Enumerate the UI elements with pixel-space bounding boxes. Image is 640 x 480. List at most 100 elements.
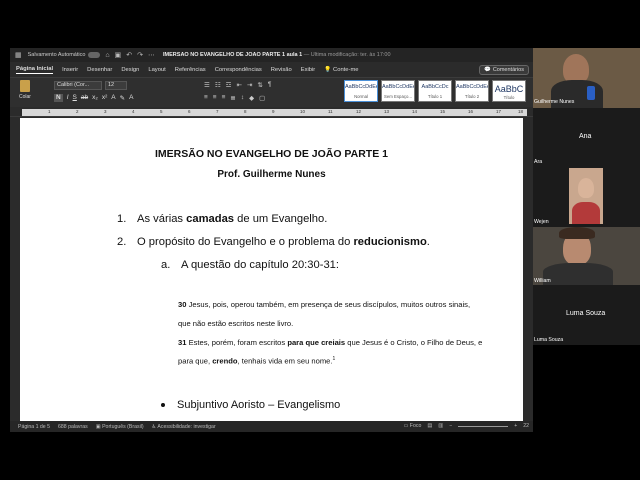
tab-desenhar[interactable]: Desenhar xyxy=(87,67,112,73)
tab-correspondencias[interactable]: Correspondências xyxy=(215,67,262,73)
comments-button[interactable]: 💬 Comentários xyxy=(479,65,529,75)
tell-me-search[interactable]: 💡 Conte-me xyxy=(324,67,358,73)
tab-inserir[interactable]: Inserir xyxy=(62,67,78,73)
verse-text: que não estão escritos neste livro. xyxy=(178,319,294,328)
redo-icon[interactable]: ↷ xyxy=(137,51,143,59)
tab-layout[interactable]: Layout xyxy=(148,67,165,73)
participant-name: Ana xyxy=(579,133,592,140)
paragraph-buttons-bottom: ≡ ≡ ≡ ≣ ↕ ◆ ▢ xyxy=(204,94,265,102)
highlight-icon[interactable]: ✎ xyxy=(120,94,125,102)
align-center-icon[interactable]: ≡ xyxy=(213,94,217,102)
bullets-icon[interactable]: ☰ xyxy=(204,81,210,89)
verse-text: Estes, porém, foram escritos xyxy=(186,338,288,347)
tab-revisao[interactable]: Revisão xyxy=(271,67,292,73)
clipboard-icon xyxy=(20,80,30,92)
focus-label: Foco xyxy=(409,423,422,429)
tab-referencias[interactable]: Referências xyxy=(175,67,206,73)
ruler-number: 8 xyxy=(244,109,247,114)
font-name-select[interactable]: Calibri (Cor... xyxy=(54,81,102,90)
underline-button[interactable]: S xyxy=(73,94,77,102)
numbering-icon[interactable]: ☷ xyxy=(215,81,221,89)
pilcrow-icon[interactable]: ¶ xyxy=(268,81,272,89)
style-normal[interactable]: AaBbCcDdEe Normal xyxy=(344,80,378,102)
list-text: As várias xyxy=(137,213,187,225)
participant-body xyxy=(543,263,613,285)
tab-exibir[interactable]: Exibir xyxy=(301,67,316,73)
sidebar-toggle-icon[interactable]: ▦ xyxy=(15,51,22,59)
document-page[interactable]: IMERSÃO NO EVANGELHO DE JOÃO PARTE 1 Pro… xyxy=(20,118,523,428)
participant-tile[interactable]: Luma Souza Luma Souza xyxy=(533,286,640,345)
ruler-number: 1 xyxy=(48,109,51,114)
superscript-icon[interactable]: x² xyxy=(102,94,107,102)
zoom-out-icon[interactable]: − xyxy=(449,423,452,429)
participant-name: William xyxy=(534,278,551,284)
participant-tile[interactable]: Guilherme Nunes xyxy=(533,48,640,108)
participant-tile[interactable]: William xyxy=(533,227,640,285)
strikethrough-icon[interactable]: ab xyxy=(81,94,88,102)
font-color-icon[interactable]: A xyxy=(129,94,133,102)
style-heading-2[interactable]: AaBbCcDdEe Título 2 xyxy=(455,80,489,102)
zoom-slider[interactable] xyxy=(458,425,509,427)
word-window: ▦ Salvamento Automático ⌂ ▣ ↶ ↷ ⋯ IMERSÃ… xyxy=(10,48,533,432)
ruler-number: 2 xyxy=(76,109,79,114)
ruler-number: 10 xyxy=(300,109,306,114)
tell-me-label: Conte-me xyxy=(333,66,359,73)
ruler-number: 6 xyxy=(188,109,191,114)
home-icon[interactable]: ⌂ xyxy=(105,52,109,59)
style-title[interactable]: AaBbC Título xyxy=(492,80,526,102)
borders-icon[interactable]: ▢ xyxy=(259,94,265,102)
word-count[interactable]: 688 palavras xyxy=(58,424,88,430)
tab-design[interactable]: Design xyxy=(121,67,139,73)
ruler-number: 3 xyxy=(104,109,107,114)
style-preview: AaBbCcDdEe xyxy=(456,84,488,90)
footnote-ref[interactable]: 1 xyxy=(333,356,336,362)
verse-text: Jesus, pois, operou também, em presença … xyxy=(186,300,471,309)
shading-icon[interactable]: ◆ xyxy=(249,94,254,102)
subscript-icon[interactable]: x₂ xyxy=(92,94,98,102)
zoom-level[interactable]: 22 xyxy=(523,423,529,429)
autosave-toggle[interactable] xyxy=(88,52,101,58)
verse-text: para que, xyxy=(178,356,213,366)
participant-face xyxy=(578,178,594,198)
tab-pagina-inicial[interactable]: Página Inicial xyxy=(16,66,54,74)
paste-button[interactable]: Colar xyxy=(16,80,34,100)
participant-body xyxy=(572,202,600,224)
decrease-indent-icon[interactable]: ⇤ xyxy=(236,81,241,89)
text-effects-icon[interactable]: A xyxy=(111,94,115,102)
save-icon[interactable]: ▣ xyxy=(115,51,122,59)
style-heading-1[interactable]: AaBbCcDc Título 1 xyxy=(418,80,452,102)
comments-label: Comentários xyxy=(492,67,524,73)
bold-button[interactable]: N xyxy=(54,94,63,102)
participant-tile[interactable]: Wejen xyxy=(533,168,640,226)
page-count[interactable]: Página 1 de 5 xyxy=(18,424,50,430)
italic-button[interactable]: I xyxy=(67,94,69,102)
video-participants-panel: Guilherme Nunes Ana Ara Wejen William Lu… xyxy=(533,48,640,345)
ruler-number: 17 xyxy=(496,109,502,114)
style-name: Normal xyxy=(354,94,368,99)
align-right-icon[interactable]: ≡ xyxy=(222,94,226,102)
participant-name: Guilherme Nunes xyxy=(534,99,575,105)
align-left-icon[interactable]: ≡ xyxy=(204,94,208,102)
ruler-number: 15 xyxy=(440,109,446,114)
accessibility-status[interactable]: ♿ Acessibilidade: investigar xyxy=(152,424,216,430)
participant-tile[interactable]: Ana Ara xyxy=(533,109,640,167)
style-no-spacing[interactable]: AaBbCcDdEe Sem Espaço... xyxy=(381,80,415,102)
style-name: Título xyxy=(503,95,515,100)
justify-icon[interactable]: ≣ xyxy=(230,94,235,102)
font-size-select[interactable]: 12 xyxy=(105,81,127,90)
line-spacing-icon[interactable]: ↕ xyxy=(241,94,244,102)
microphone-icon xyxy=(587,86,595,100)
increase-indent-icon[interactable]: ⇥ xyxy=(247,81,252,89)
zoom-in-icon[interactable]: + xyxy=(514,423,517,429)
focus-button[interactable]: ▭ Foco xyxy=(403,423,421,429)
accessibility-label: Acessibilidade: investigar xyxy=(157,423,216,430)
sort-icon[interactable]: ⇅ xyxy=(257,81,262,89)
language-status[interactable]: ▣ Português (Brasil) xyxy=(96,424,144,430)
print-layout-icon[interactable]: ▤ xyxy=(427,423,432,429)
undo-icon[interactable]: ↶ xyxy=(126,51,132,59)
multilevel-icon[interactable]: ☲ xyxy=(226,81,232,89)
web-layout-icon[interactable]: ▥ xyxy=(438,423,443,429)
ruler[interactable]: 1 2 3 4 5 6 7 8 9 10 11 12 13 14 15 16 1… xyxy=(10,108,533,117)
more-icon[interactable]: ⋯ xyxy=(148,51,155,59)
verse-bold: para que creiais xyxy=(287,338,346,347)
